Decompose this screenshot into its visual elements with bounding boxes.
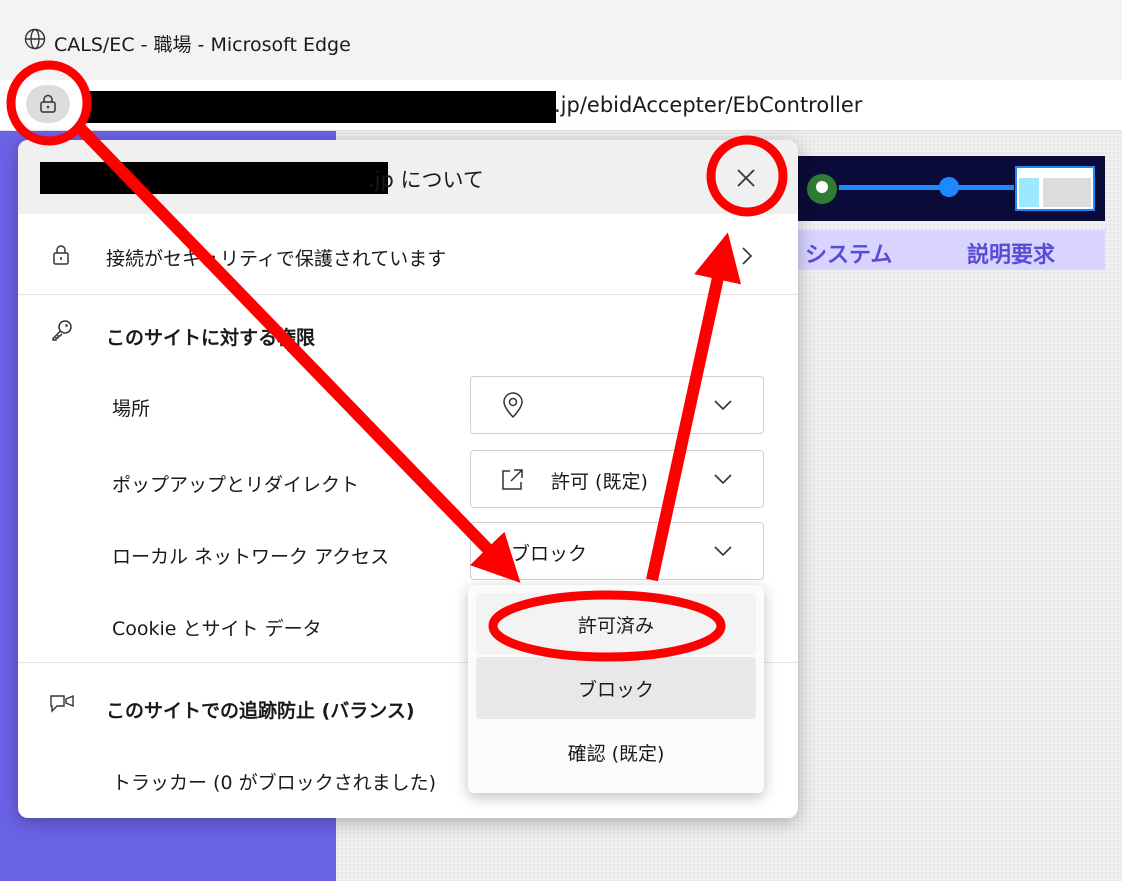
nav-item-system[interactable]: システム <box>805 237 892 269</box>
lock-icon <box>53 245 69 265</box>
site-nav: システム 説明要求 <box>795 230 1105 270</box>
local-network-select[interactable]: ブロック <box>470 522 764 580</box>
permission-location-label: 場所 <box>112 398 151 420</box>
location-select[interactable] <box>470 376 764 434</box>
site-logo-icon <box>807 174 837 204</box>
url-redaction <box>84 91 556 123</box>
window-title: CALS/EC - 職場 - Microsoft Edge <box>54 34 351 56</box>
dropdown-option-ask[interactable]: 確認 (既定) <box>476 721 756 783</box>
trackers-blocked: トラッカー (0 がブロックされました) <box>112 772 436 794</box>
location-pin-icon <box>503 392 523 419</box>
popups-select[interactable]: 許可 (既定) <box>470 450 764 508</box>
globe-icon <box>24 28 46 50</box>
lock-icon <box>40 94 56 113</box>
tracking-heading[interactable]: このサイトでの追跡防止 (バランス) <box>106 696 415 723</box>
nav-item-explanation-request[interactable]: 説明要求 <box>967 237 1055 269</box>
panel-header: .jp について <box>18 140 798 214</box>
close-icon[interactable] <box>726 158 766 198</box>
connection-status[interactable]: 接続がセキュリティで保護されています <box>106 244 446 271</box>
dropdown-option-block[interactable]: ブロック <box>476 657 756 719</box>
external-link-icon <box>502 469 523 490</box>
panel-title: .jp について <box>368 168 484 192</box>
url-text[interactable]: .jp/ebidAccepter/EbController <box>554 93 862 117</box>
popups-select-value: 許可 (既定) <box>551 471 648 493</box>
permissions-heading: このサイトに対する権限 <box>106 327 316 349</box>
key-icon <box>52 320 72 341</box>
permission-local-network-label: ローカル ネットワーク アクセス <box>112 546 390 568</box>
chevron-right-icon[interactable] <box>740 246 754 266</box>
local-network-dropdown: 許可済み ブロック 確認 (既定) <box>468 585 764 793</box>
permission-cookies-label[interactable]: Cookie とサイト データ <box>112 614 322 641</box>
dropdown-option-allowed[interactable]: 許可済み <box>476 593 756 655</box>
site-info-button[interactable] <box>26 85 70 123</box>
site-banner <box>795 156 1105 221</box>
site-name-redaction <box>40 162 388 194</box>
local-network-select-value: ブロック <box>511 543 588 565</box>
chevron-down-icon <box>714 400 732 411</box>
permission-popups-label: ポップアップとリダイレクト <box>112 474 360 496</box>
chevron-down-icon <box>714 474 732 485</box>
chevron-down-icon <box>714 546 732 557</box>
window-titlebar: CALS/EC - 職場 - Microsoft Edge <box>0 0 1122 80</box>
tracking-prevention-icon <box>50 694 74 713</box>
